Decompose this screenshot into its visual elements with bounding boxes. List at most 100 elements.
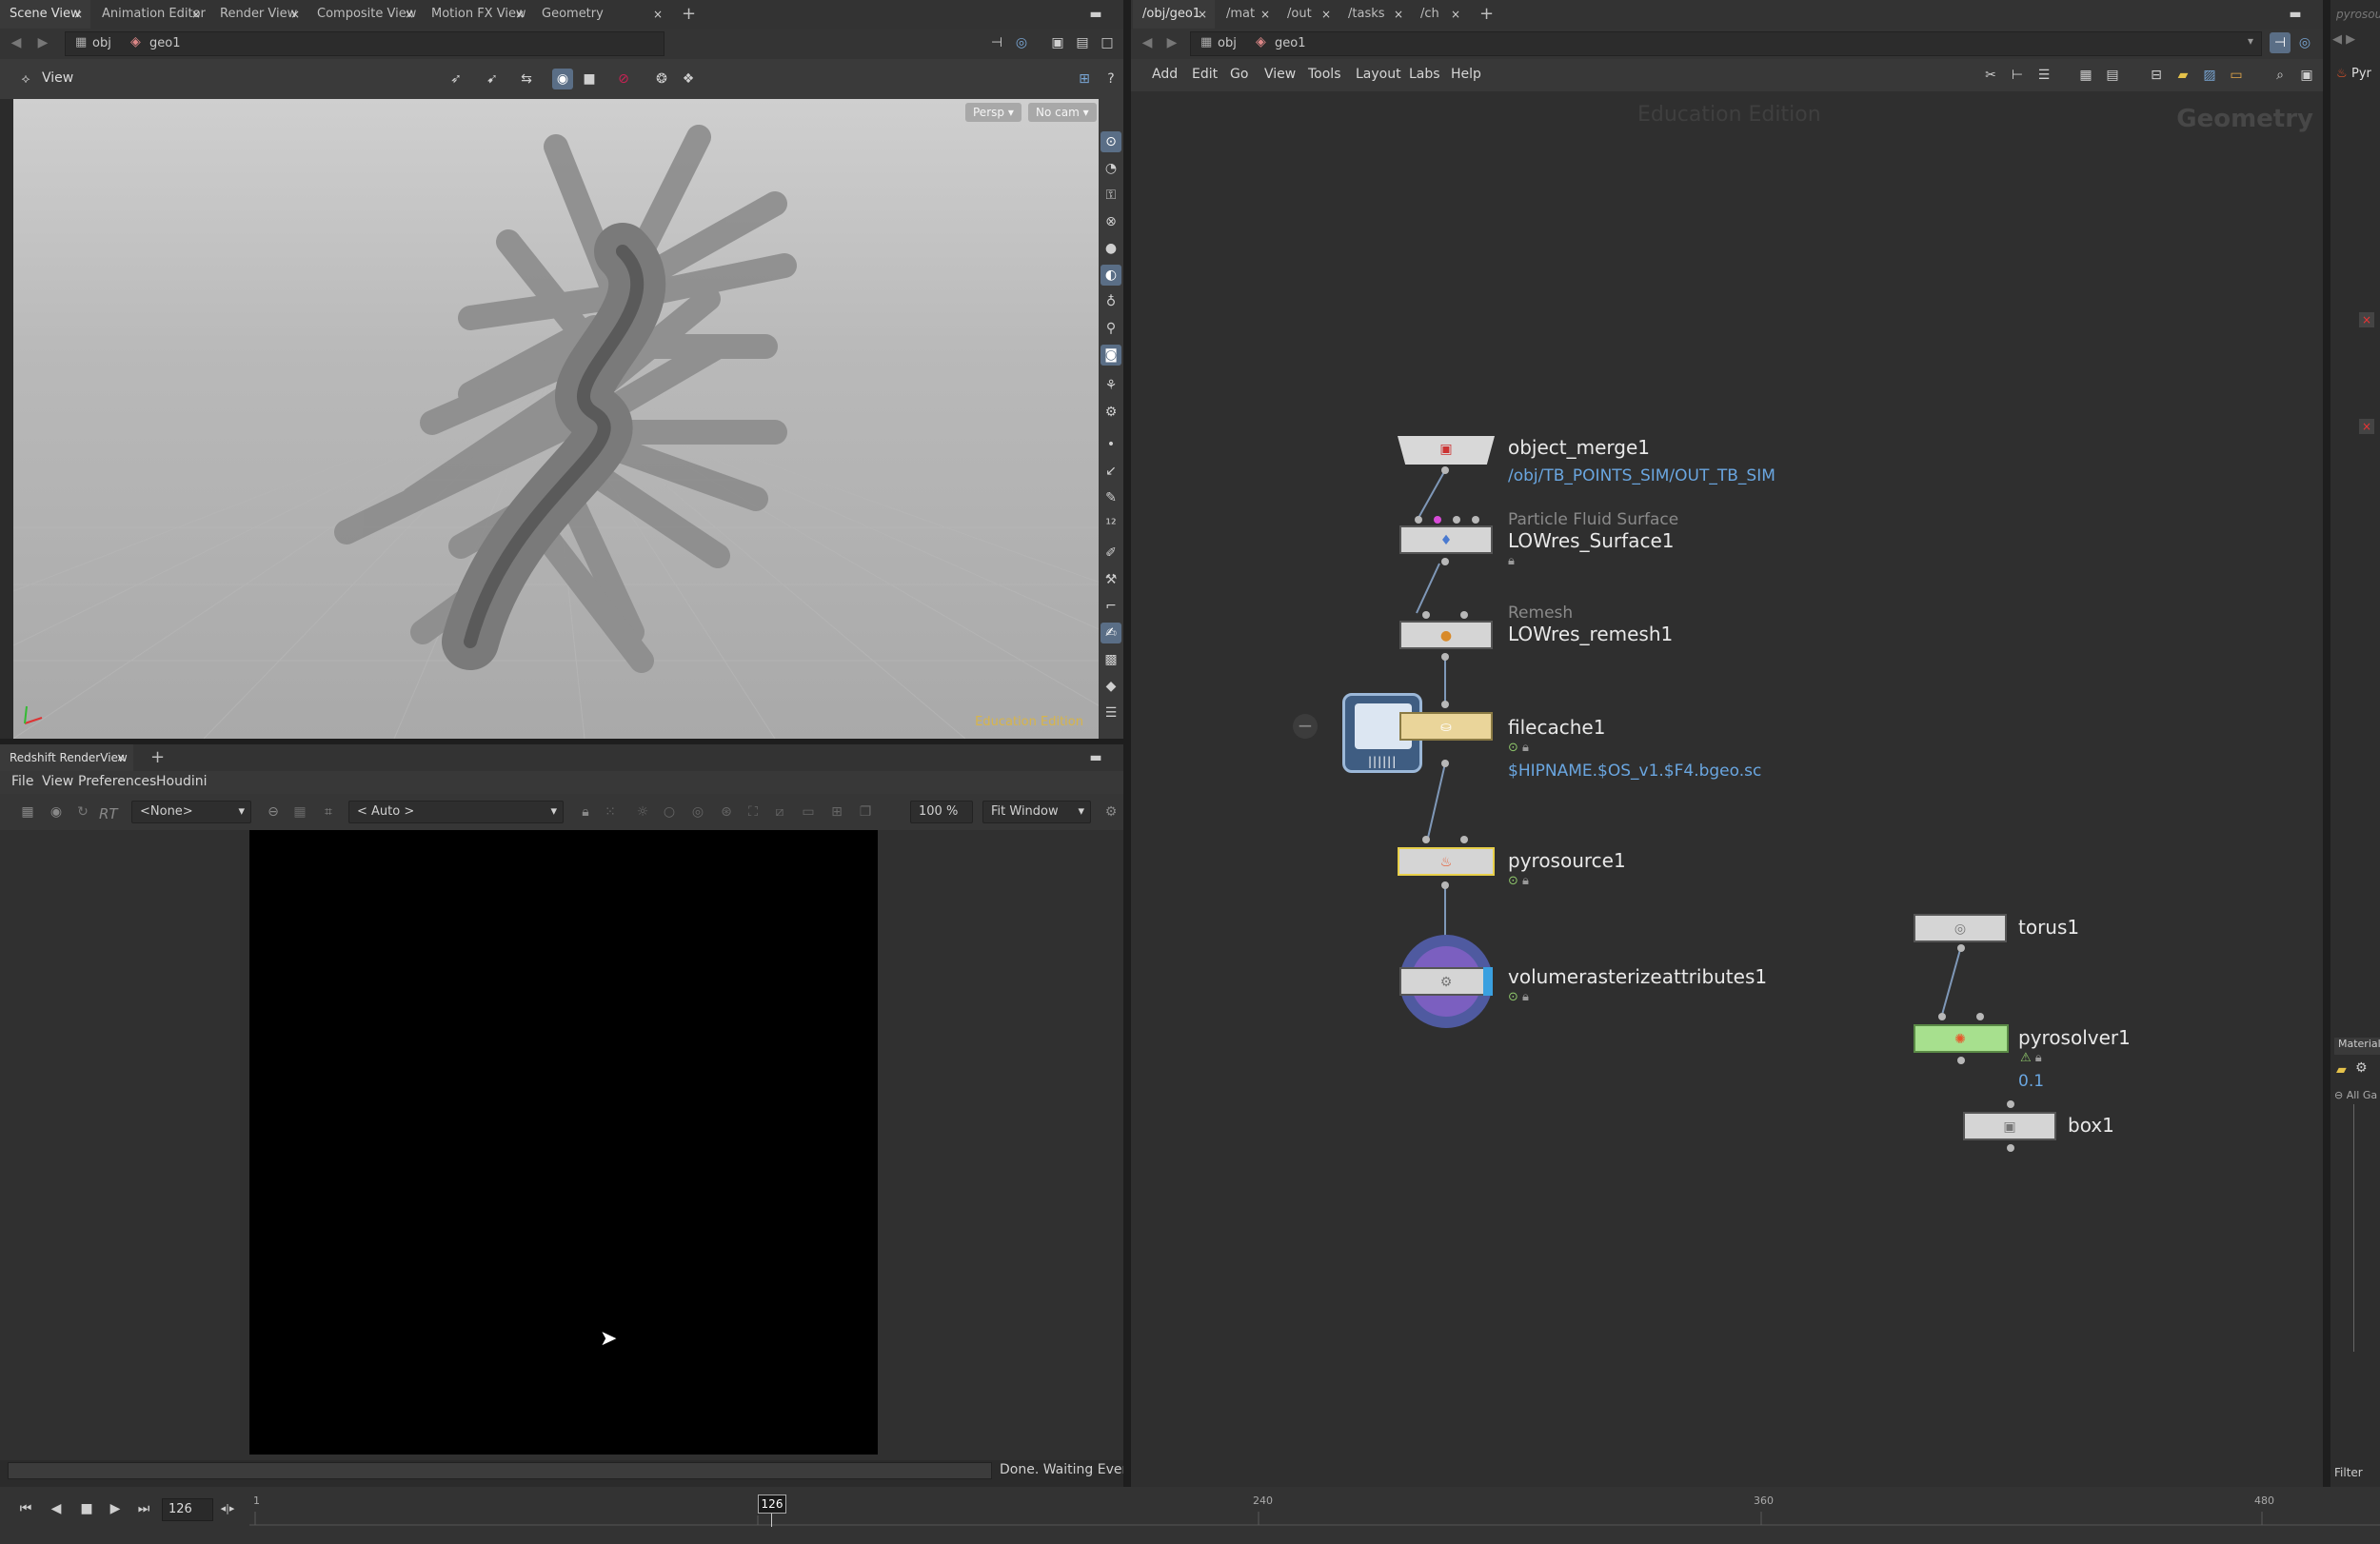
node-label[interactable]: object_merge1 <box>1508 436 1650 459</box>
link-icon[interactable]: ◎ <box>2294 32 2315 53</box>
close-icon[interactable]: × <box>515 0 525 29</box>
node-label[interactable]: LOWres_Surface1 <box>1508 529 1674 552</box>
menu-go[interactable]: Go <box>1230 67 1248 82</box>
jump-start-icon[interactable]: ⏮ <box>15 1498 36 1519</box>
back-arrow-icon[interactable]: ◀ ▶ <box>2332 32 2355 47</box>
move-tool-icon[interactable]: ➹ <box>482 69 503 89</box>
frame-marker[interactable]: 126 <box>758 1495 786 1514</box>
checker-icon[interactable]: ▩ <box>1101 649 1121 670</box>
node-label[interactable]: pyrosolver1 <box>2018 1026 2131 1049</box>
display-icon[interactable]: ⊟ <box>2146 65 2167 86</box>
vertical-divider[interactable] <box>2323 0 2330 1487</box>
menu-labs[interactable]: Labs <box>1409 67 1440 82</box>
step-icon[interactable]: ◂|▸ <box>217 1498 238 1519</box>
node-pyrosolver[interactable]: ✺ <box>1914 1024 2009 1053</box>
input-port[interactable] <box>1415 516 1422 524</box>
target-icon[interactable]: ◎ <box>687 802 708 822</box>
search-icon[interactable]: ⌕ <box>2270 65 2291 86</box>
output-port[interactable] <box>1441 558 1449 565</box>
node-label[interactable]: pyrosource1 <box>1508 849 1626 872</box>
help-icon[interactable]: ? <box>1101 69 1121 89</box>
folder-icon[interactable]: ▭ <box>2226 65 2247 86</box>
tab-out[interactable]: /out × <box>1278 0 1339 29</box>
lock-camera-icon[interactable]: ⚿ <box>1101 185 1121 206</box>
isolate-icon[interactable]: ⊗ <box>1101 211 1121 232</box>
stamp-icon[interactable]: ⚒ <box>1101 569 1121 590</box>
link-icon[interactable]: ◎ <box>1011 32 1032 53</box>
folder-icon[interactable]: ▰ <box>2336 1062 2347 1078</box>
path-node[interactable]: geo1 <box>149 36 180 50</box>
close-icon[interactable]: × <box>290 0 300 29</box>
grid-view-icon[interactable]: ▦ <box>2075 65 2096 86</box>
menu-edit[interactable]: Edit <box>1192 67 1218 82</box>
tab-geometry-spreadsheet[interactable]: Geometry Spreadsheet× <box>532 0 670 49</box>
list-icon[interactable]: ☰ <box>2033 65 2054 86</box>
refresh-icon[interactable]: ↻ <box>72 802 93 822</box>
tab-scene-view[interactable]: Scene View × <box>0 0 90 29</box>
close-icon[interactable]: × <box>405 0 414 29</box>
sun-icon[interactable]: ☼ <box>632 802 653 822</box>
input-port[interactable] <box>1453 516 1460 524</box>
render-image[interactable] <box>249 830 878 1455</box>
tab-ch[interactable]: /ch × <box>1411 0 1468 29</box>
input-port[interactable] <box>1434 516 1441 524</box>
menu-layout[interactable]: Layout <box>1356 67 1401 82</box>
shading-icon[interactable]: ◔ <box>1101 158 1121 179</box>
close-icon[interactable]: × <box>2359 419 2374 434</box>
pane-menu-icon[interactable]: ▬ <box>1085 747 1106 768</box>
input-port[interactable] <box>1422 611 1430 619</box>
add-tab-button[interactable]: + <box>672 0 701 29</box>
timeline-track[interactable]: 1 240 360 480 126 <box>249 1493 2380 1531</box>
sculpt-icon[interactable]: ✍ <box>1101 623 1121 643</box>
rt-toggle[interactable]: RT <box>99 805 118 822</box>
stop-icon[interactable]: ■ <box>76 1498 97 1519</box>
network-editor[interactable]: Education Edition Geometry ▣ object_merg… <box>1131 91 2330 1487</box>
jump-end-icon[interactable]: ⏭ <box>133 1498 154 1519</box>
display-tool-icon[interactable]: ■ <box>579 69 600 89</box>
layers-icon[interactable]: ☰ <box>1101 703 1121 723</box>
close-icon[interactable]: × <box>116 744 126 771</box>
tools-icon[interactable]: ✂ <box>1980 65 2001 86</box>
pin-icon[interactable]: ⊣ <box>2270 32 2291 53</box>
view-tool-icon[interactable]: ◉ <box>552 69 573 89</box>
add-tab-button[interactable]: + <box>1470 0 1498 29</box>
mode-select[interactable]: < Auto > ▾ <box>348 801 564 823</box>
play-icon[interactable]: ▶ <box>105 1498 126 1519</box>
node-particle-fluid-surface[interactable]: ♦ <box>1399 525 1493 554</box>
output-port[interactable] <box>1441 881 1449 889</box>
light-icon[interactable]: ◐ <box>1101 265 1121 286</box>
ghost-icon[interactable]: ◙ <box>1101 345 1121 366</box>
bulb-icon[interactable]: ♁ <box>1101 291 1121 312</box>
close-icon[interactable]: × <box>653 0 663 29</box>
menu-file[interactable]: File <box>11 774 33 789</box>
add-tab-button[interactable]: + <box>141 744 169 771</box>
color-icon[interactable]: ⊖ <box>263 802 284 822</box>
back-arrow-icon[interactable]: ◀ <box>1137 32 1158 53</box>
menu-view[interactable]: View <box>1264 67 1296 82</box>
tab-mat[interactable]: /mat × <box>1217 0 1278 29</box>
input-port[interactable] <box>1938 1013 1946 1020</box>
menu-add[interactable]: Add <box>1152 67 1178 82</box>
tab-render-view[interactable]: Render View × <box>210 0 307 29</box>
vertical-divider[interactable] <box>1123 0 1131 1487</box>
close-icon[interactable]: × <box>1198 0 1207 29</box>
menu-houdini[interactable]: Houdini <box>156 774 208 789</box>
aov-select[interactable]: <None> ▾ <box>131 801 251 823</box>
tab-animation-editor[interactable]: Animation Editor × <box>92 0 208 29</box>
grid-icon[interactable]: ▦ <box>289 802 310 822</box>
close-icon[interactable]: × <box>191 0 201 29</box>
lock-icon[interactable]: ▤ <box>1072 32 1093 53</box>
copy-icon[interactable]: ❐ <box>855 802 876 822</box>
add-image-icon[interactable]: ⊞ <box>826 802 847 822</box>
left-path-field[interactable]: ▦ obj ◈ geo1 ▾ <box>65 31 1558 56</box>
node-label[interactable]: filecache1 <box>1508 716 1605 739</box>
handle-icon[interactable]: ⟡ <box>15 69 36 89</box>
template-icon[interactable]: ⚙ <box>1101 402 1121 423</box>
cube-icon[interactable]: ◆ <box>1101 676 1121 697</box>
select-tool-icon[interactable]: ➶ <box>446 69 466 89</box>
dots-icon[interactable]: ⁙ <box>600 802 621 822</box>
tab-redshift-renderview[interactable]: Redshift RenderView × <box>0 744 133 771</box>
output-port[interactable] <box>1441 653 1449 661</box>
tab-tasks[interactable]: /tasks × <box>1339 0 1411 29</box>
record-icon[interactable]: ⊘ <box>613 69 634 89</box>
